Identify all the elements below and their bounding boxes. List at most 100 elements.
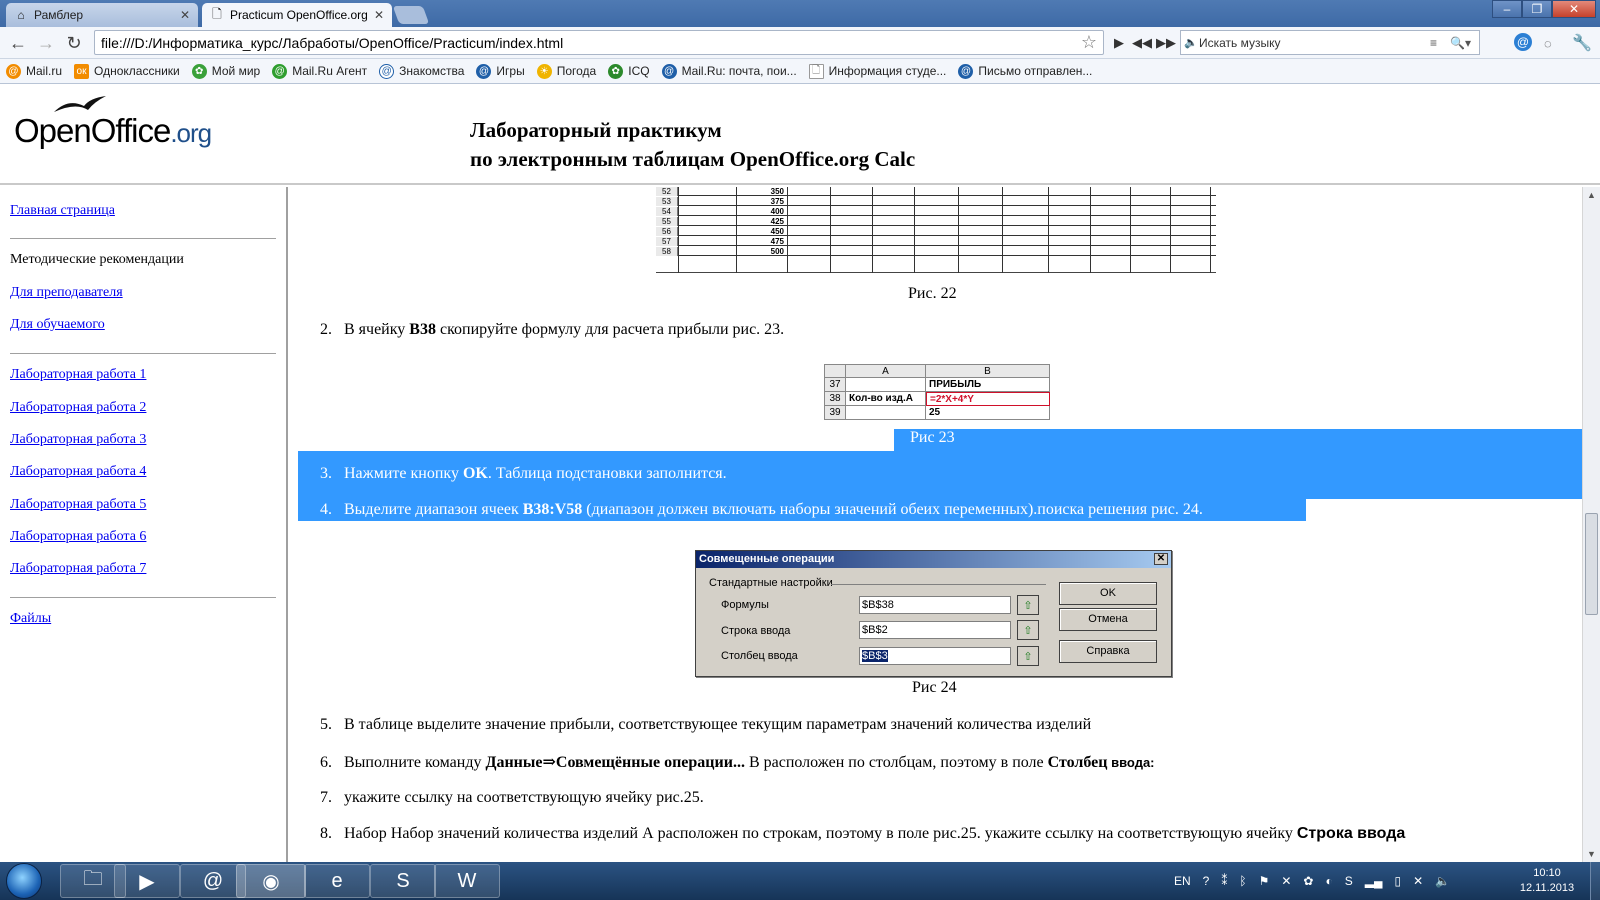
sheet-row: 56 450 xyxy=(656,227,1216,236)
window-close-icon[interactable]: ✕ xyxy=(1552,0,1596,18)
mail-agent-icon[interactable]: @ xyxy=(1514,33,1532,51)
skype-icon[interactable]: S xyxy=(370,864,436,898)
show-desktop-button[interactable] xyxy=(1590,862,1600,900)
browser-toolbar: ← → ↻ file:///D:/Информатика_курс/Лабраб… xyxy=(0,27,1600,59)
clock-time: 10:10 xyxy=(1533,867,1561,879)
sidebar-heading-methodics: Методические рекомендации xyxy=(10,252,184,267)
sheet-row: 54 400 xyxy=(656,207,1216,216)
bookmark-mailru[interactable]: @ Mail.ru xyxy=(6,63,62,79)
dialog-close-icon[interactable]: ✕ xyxy=(1154,553,1168,565)
bookmark-star-icon[interactable]: ☆ xyxy=(1081,32,1097,53)
text-selection xyxy=(894,429,1582,451)
sidebar-link-home[interactable]: Главная страница xyxy=(10,203,115,219)
sidebar-link-lab1[interactable]: Лабораторная работа 1 xyxy=(10,367,146,383)
scroll-down-icon[interactable]: ▼ xyxy=(1587,849,1596,859)
search-icon[interactable]: 🔍▾ xyxy=(1450,36,1471,50)
clock[interactable]: 10:10 12.11.2013 xyxy=(1512,866,1582,896)
network-icon[interactable]: ⁑ xyxy=(1221,874,1227,888)
help-button[interactable]: Справка xyxy=(1059,640,1157,663)
shrink-icon[interactable]: ⇧ xyxy=(1017,595,1039,615)
bookmark-mailru-agent[interactable]: @ Mail.Ru Агент xyxy=(272,63,367,79)
bookmark-igry[interactable]: @ Игры xyxy=(476,63,525,79)
shrink-icon[interactable]: ⇧ xyxy=(1017,620,1039,640)
mailru-icon: @ xyxy=(6,63,21,79)
tab-practicum[interactable]: 🗋 Practicum OpenOffice.org ✕ xyxy=(202,3,392,27)
app-tray-icon[interactable]: ◐ xyxy=(1325,874,1332,888)
tab-close-icon[interactable]: ✕ xyxy=(374,8,384,22)
signal-icon[interactable]: ▂▄ xyxy=(1365,874,1383,888)
fast-forward-icon[interactable]: ▶▶ xyxy=(1156,31,1176,55)
step-3: 3. Нажмите кнопку OK. Таблица подстановк… xyxy=(320,465,727,482)
figure-caption-22: Рис. 22 xyxy=(908,285,957,302)
chrome-taskbar-icon[interactable]: ◉ xyxy=(236,864,306,898)
window-controls: ‒ ❐ ✕ xyxy=(1492,0,1596,18)
help-icon[interactable]: ? xyxy=(1203,874,1210,888)
bookmark-icq[interactable]: ✿ ICQ xyxy=(608,63,650,79)
volume-icon[interactable]: 🔈 xyxy=(1435,874,1450,888)
scrollbar-thumb[interactable] xyxy=(1585,513,1598,615)
menu-lines-icon[interactable]: ≡ xyxy=(1430,36,1437,50)
tab-rambler[interactable]: ⌂ Рамблер ✕ xyxy=(6,3,198,27)
sidebar-link-lab2[interactable]: Лабораторная работа 2 xyxy=(10,400,146,416)
rewind-icon[interactable]: ◀◀ xyxy=(1132,31,1152,55)
bookmark-pismo[interactable]: @ Письмо отправлен... xyxy=(958,63,1092,79)
maximize-icon[interactable]: ❐ xyxy=(1522,0,1552,18)
back-icon[interactable]: ← xyxy=(6,31,30,55)
address-bar[interactable]: file:///D:/Информатика_курс/Лабработы/Op… xyxy=(94,30,1104,55)
antivirus-icon[interactable]: ✕ xyxy=(1281,874,1291,888)
mail-icon: @ xyxy=(661,63,677,79)
battery-icon[interactable]: ▯ xyxy=(1394,874,1401,888)
sidebar-link-lab4[interactable]: Лабораторная работа 4 xyxy=(10,464,146,480)
bookmarks-bar: @ Mail.ru ок Одноклассники ✿ Мой мир @ Mail.… xyxy=(0,59,1600,84)
bookmark-moy-mir[interactable]: ✿ Мой мир xyxy=(191,63,260,79)
media-player-icon[interactable]: ▶ xyxy=(114,864,180,898)
skype-tray-icon[interactable]: S xyxy=(1345,874,1353,888)
reload-icon[interactable]: ↻ xyxy=(62,31,86,55)
clock-date: 12.11.2013 xyxy=(1519,882,1575,894)
home-icon: ⌂ xyxy=(17,8,25,22)
internet-explorer-icon[interactable]: e xyxy=(304,864,370,898)
start-button[interactable] xyxy=(6,863,42,899)
sidebar-link-lab7[interactable]: Лабораторная работа 7 xyxy=(10,561,146,577)
agent-icon: @ xyxy=(272,63,288,79)
bookmark-odnoklassniki[interactable]: ок Одноклассники xyxy=(74,63,180,79)
sidebar-link-lab3[interactable]: Лабораторная работа 3 xyxy=(10,432,146,448)
ok-button[interactable]: OK xyxy=(1059,582,1157,605)
language-indicator[interactable]: EN xyxy=(1174,874,1191,888)
url-text: file:///D:/Информатика_курс/Лабработы/Op… xyxy=(101,34,564,51)
network-disconnected-icon[interactable]: ✕ xyxy=(1413,874,1423,888)
forward-icon[interactable]: → xyxy=(34,31,58,55)
agent-tray-icon[interactable]: ✿ xyxy=(1303,874,1313,888)
bookmark-informaciya[interactable]: 🗋 Информация студе... xyxy=(808,63,946,79)
music-search-input[interactable]: 🔈 Искать музыку ≡ 🔍▾ xyxy=(1180,30,1480,55)
row-input-field[interactable]: $B$2 xyxy=(859,621,1011,639)
scroll-up-icon[interactable]: ▲ xyxy=(1587,190,1596,200)
page-scrollbar[interactable]: ▲ ▼ xyxy=(1582,187,1600,862)
new-tab-button[interactable] xyxy=(392,6,430,24)
sidebar-link-lab6[interactable]: Лабораторная работа 6 xyxy=(10,529,146,545)
play-icon[interactable]: ▶ xyxy=(1114,31,1124,55)
sidebar-link-teacher[interactable]: Для преподавателя xyxy=(10,285,123,301)
bookmark-mailru-pochta[interactable]: @ Mail.Ru: почта, пои... xyxy=(661,63,797,79)
tab-close-icon[interactable]: ✕ xyxy=(180,8,190,22)
sheet-row: 53 375 xyxy=(656,197,1216,206)
bookmark-pogoda[interactable]: ☀ Погода xyxy=(536,63,596,79)
sheet-row: 58 500 xyxy=(656,247,1216,256)
cancel-button[interactable]: Отмена xyxy=(1059,608,1157,631)
minimize-icon[interactable]: ‒ xyxy=(1492,0,1522,18)
browser-tab-strip: ⌂ Рамблер ✕ 🗋 Practicum OpenOffice.org ✕… xyxy=(0,0,1600,27)
wrench-icon[interactable]: 🔧 xyxy=(1572,31,1592,55)
sidebar-link-lab5[interactable]: Лабораторная работа 5 xyxy=(10,497,146,513)
formulas-field[interactable]: $B$38 xyxy=(859,596,1011,614)
extension-icon[interactable]: ◌ xyxy=(1544,31,1552,55)
word-icon[interactable]: W xyxy=(434,864,500,898)
sidebar-divider xyxy=(10,353,276,354)
page-icon: 🗋 xyxy=(212,6,222,21)
bluetooth-icon[interactable]: ᛒ xyxy=(1239,874,1246,888)
sidebar-link-files[interactable]: Файлы xyxy=(10,611,51,627)
sidebar-link-student[interactable]: Для обучаемого xyxy=(10,317,105,333)
flag-icon[interactable]: ⚑ xyxy=(1259,874,1270,888)
bookmark-znakomstva[interactable]: @ Знакомства xyxy=(379,63,464,79)
column-input-field[interactable]: $B$3 xyxy=(859,647,1011,665)
shrink-icon[interactable]: ⇧ xyxy=(1017,646,1039,666)
